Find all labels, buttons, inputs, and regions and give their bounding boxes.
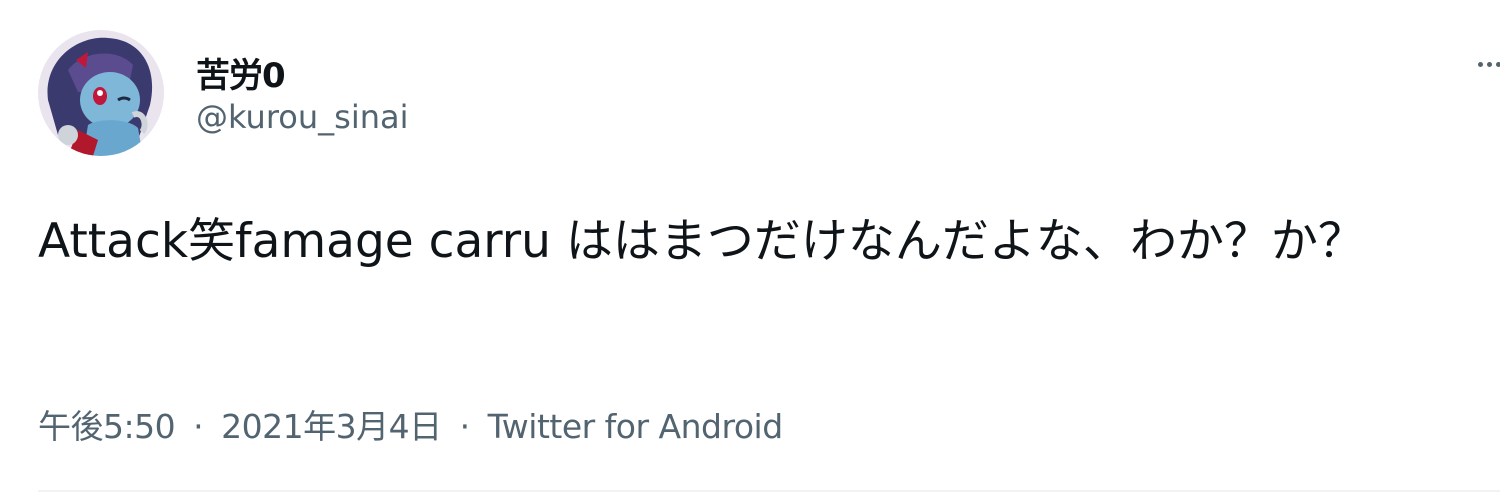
- user-handle[interactable]: @kurou_sinai: [196, 98, 408, 136]
- avatar-image: [38, 30, 164, 156]
- avatar[interactable]: [38, 30, 164, 156]
- tweet-metadata: 午後5:50 · 2021年3月4日 · Twitter for Android: [38, 400, 783, 448]
- tweet-card: 苦労0 @kurou_sinai Attack笑famage carru ははま…: [0, 0, 1500, 500]
- meta-separator: ·: [459, 407, 471, 446]
- divider: [38, 490, 1500, 492]
- display-name[interactable]: 苦労0: [196, 48, 286, 97]
- tweet-text: Attack笑famage carru ははまつだけなんだよな、わか？か？: [38, 214, 1365, 269]
- tweet-date[interactable]: 2021年3月4日: [221, 407, 442, 446]
- tweet-source[interactable]: Twitter for Android: [488, 407, 784, 446]
- more-horizontal-icon[interactable]: [1478, 52, 1500, 76]
- meta-separator: ·: [193, 407, 204, 446]
- tweet-time[interactable]: 午後5:50: [38, 407, 176, 446]
